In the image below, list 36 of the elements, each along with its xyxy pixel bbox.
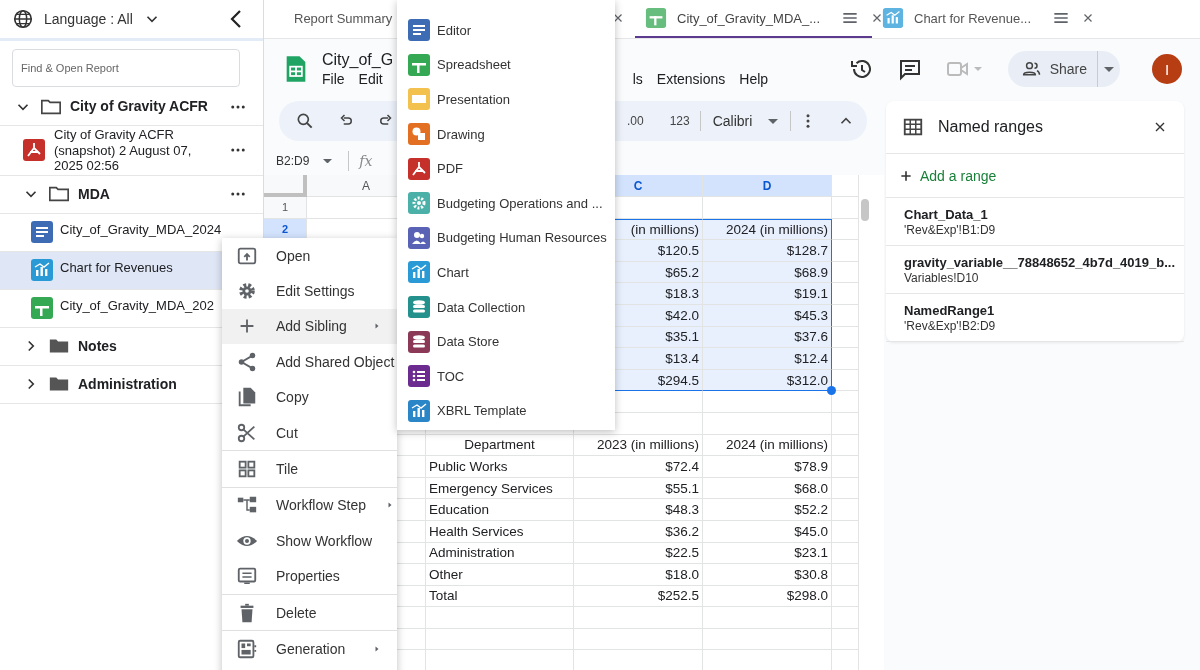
table-cell: $45.3 <box>703 304 832 327</box>
table-cell: $48.3 <box>574 499 703 521</box>
table-cell: $68.9 <box>703 261 832 284</box>
table-cell: $78.9 <box>703 456 832 478</box>
table-cell: 2023 (in millions) <box>574 434 703 457</box>
table-cell: $128.7 <box>703 240 832 262</box>
table-cell: $22.5 <box>574 542 703 565</box>
table-cell: $23.1 <box>703 542 832 565</box>
table-cell: Public Works <box>426 456 574 478</box>
table-cell: Emergency Services <box>426 477 574 500</box>
table-cell: $68.0 <box>703 477 832 500</box>
table-cell: $72.4 <box>574 456 703 478</box>
table-cell: Department <box>426 434 574 457</box>
table-cell: $30.8 <box>703 564 832 586</box>
range-reference: 'Rev&Exp'!B2:D9 <box>904 319 996 333</box>
range-reference: Variables!D10 <box>904 271 979 285</box>
table-cell: $12.4 <box>703 348 832 370</box>
table-cell: Health Services <box>426 520 574 543</box>
table-cell: $252.5 <box>574 585 703 608</box>
table-cell: Education <box>426 499 574 521</box>
table-cell: $37.6 <box>703 326 832 349</box>
table-cell: $298.0 <box>703 585 832 608</box>
range-reference: 'Rev&Exp'!B1:D9 <box>904 223 996 237</box>
panel-title: Named ranges <box>938 118 1044 136</box>
table-cell: $19.1 <box>703 283 832 305</box>
table-cell: $45.0 <box>703 520 832 543</box>
table-cell: Total <box>426 585 574 608</box>
table-cell: 2024 (in millions) <box>703 434 832 457</box>
table-cell: Other <box>426 564 574 586</box>
table-cell: Administration <box>426 542 574 565</box>
table-cell: $18.0 <box>574 564 703 586</box>
fx-label: fx <box>359 153 373 169</box>
table-cell: 2024 (in millions) <box>703 218 832 241</box>
table-cell: $36.2 <box>574 520 703 543</box>
table-cell: $55.1 <box>574 477 703 500</box>
table-cell: $52.2 <box>703 499 832 521</box>
